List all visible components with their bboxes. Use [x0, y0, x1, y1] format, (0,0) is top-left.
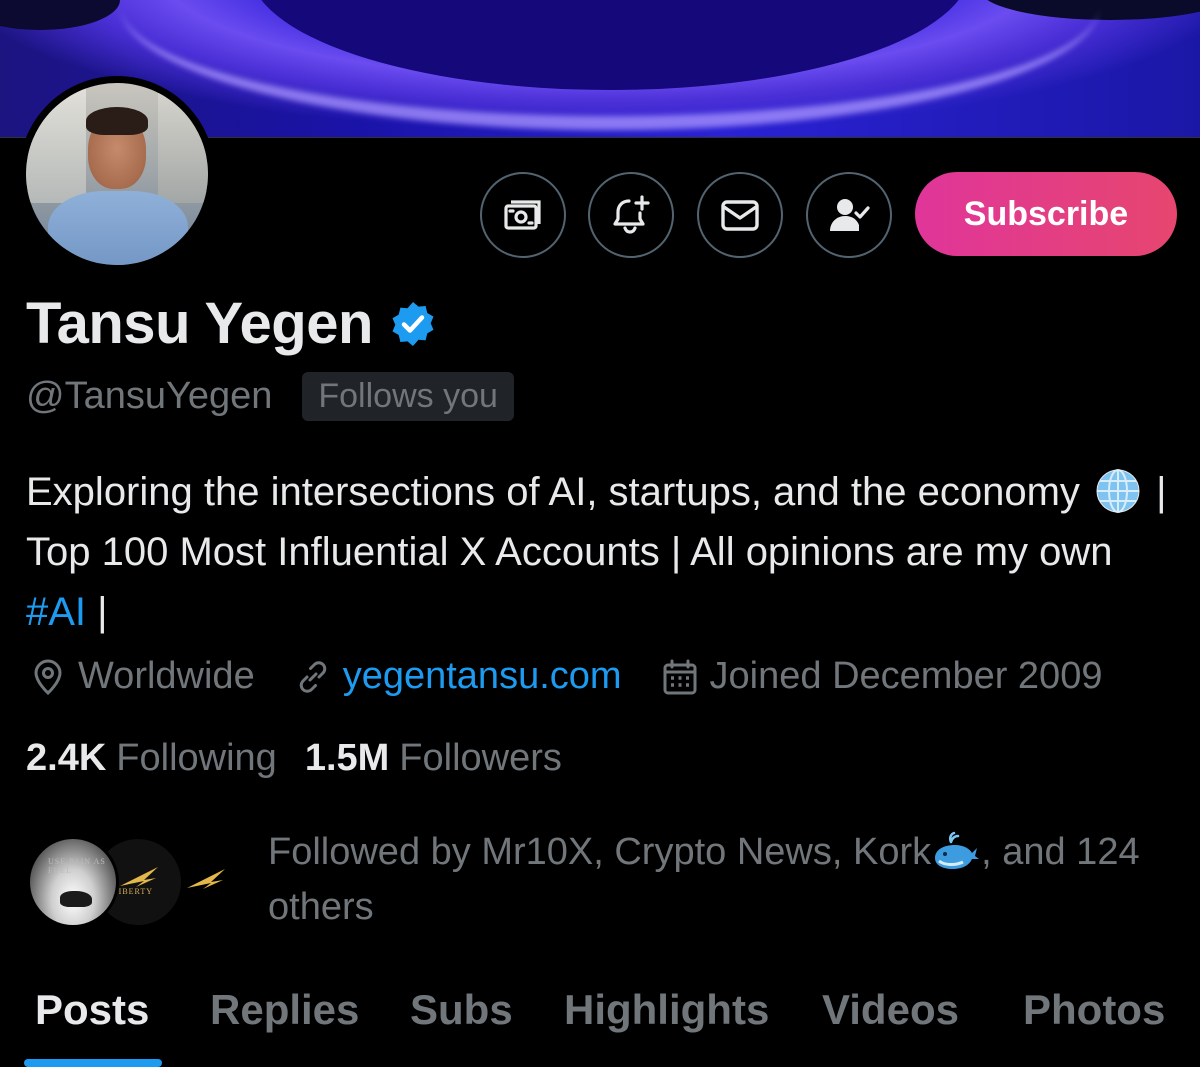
handle-row: @TansuYegen Follows you — [26, 372, 514, 421]
followed-by-text[interactable]: Followed by Mr10X, Crypto News, Kork , a… — [268, 825, 1178, 935]
joined-item: Joined December 2009 — [660, 655, 1103, 698]
tab-posts[interactable]: Posts — [35, 986, 149, 1034]
message-button[interactable] — [697, 172, 783, 258]
tab-replies[interactable]: Replies — [210, 986, 359, 1034]
gold-wing-icon — [187, 869, 225, 889]
tab-subs[interactable]: Subs — [410, 986, 513, 1034]
mutual-avatar-caption: USE PAIN AS FUEL — [48, 857, 106, 875]
follows-you-badge: Follows you — [302, 372, 514, 421]
profile-name: Tansu Yegen — [26, 291, 373, 356]
profile-page: Subscribe Tansu Yegen @TansuYegen Follow… — [0, 0, 1200, 1067]
tab-photos[interactable]: Photos — [1023, 986, 1165, 1034]
notify-button[interactable] — [588, 172, 674, 258]
location-text: Worldwide — [78, 655, 255, 697]
followed-by-prefix: Followed by Mr10X, Crypto News, Kork — [268, 831, 932, 873]
mutual-follower-avatar[interactable]: USE PAIN AS FUEL — [27, 836, 119, 928]
location-pin-icon — [34, 659, 62, 695]
globe-emoji-icon — [1096, 469, 1140, 513]
following-count[interactable]: 2.4K — [26, 737, 106, 780]
whale-emoji-icon — [935, 831, 980, 869]
location-item: Worldwide — [28, 655, 255, 698]
follow-stats: 2.4K Following 1.5M Followers — [26, 737, 590, 780]
gold-wing-icon — [120, 867, 158, 887]
profile-tabs: Posts Replies Subs Highlights Videos Pho… — [0, 978, 1200, 1067]
profile-bio: Exploring the intersections of AI, start… — [26, 462, 1176, 642]
profile-avatar[interactable] — [19, 76, 215, 272]
lion-image — [60, 891, 92, 907]
tab-highlights[interactable]: Highlights — [564, 986, 769, 1034]
following-label[interactable]: Following — [116, 737, 277, 780]
profile-name-row: Tansu Yegen — [26, 290, 437, 357]
calendar-icon — [663, 659, 697, 694]
bio-hashtag-link[interactable]: #AI — [26, 590, 86, 634]
subscribe-button[interactable]: Subscribe — [915, 172, 1177, 256]
following-button[interactable] — [806, 172, 892, 258]
bio-text-1: Exploring the intersections of AI, start… — [26, 470, 1080, 514]
money-icon — [504, 200, 541, 230]
tip-button[interactable] — [480, 172, 566, 258]
bell-plus-icon — [613, 195, 650, 234]
profile-meta: Worldwide yegentansu.com Joined December… — [28, 655, 1140, 698]
person-check-icon — [830, 199, 870, 231]
envelope-icon — [721, 200, 759, 231]
active-tab-indicator — [24, 1059, 162, 1067]
joined-text: Joined December 2009 — [709, 655, 1103, 697]
profile-handle: @TansuYegen — [26, 375, 273, 417]
website-item[interactable]: yegentansu.com — [293, 655, 622, 698]
tab-videos[interactable]: Videos — [822, 986, 959, 1034]
bio-text-3: | — [86, 590, 108, 634]
website-link[interactable]: yegentansu.com — [343, 655, 622, 698]
followers-count[interactable]: 1.5M — [305, 737, 389, 780]
verified-badge-icon[interactable] — [389, 300, 437, 348]
followers-label[interactable]: Followers — [399, 737, 562, 780]
link-icon — [299, 660, 326, 693]
